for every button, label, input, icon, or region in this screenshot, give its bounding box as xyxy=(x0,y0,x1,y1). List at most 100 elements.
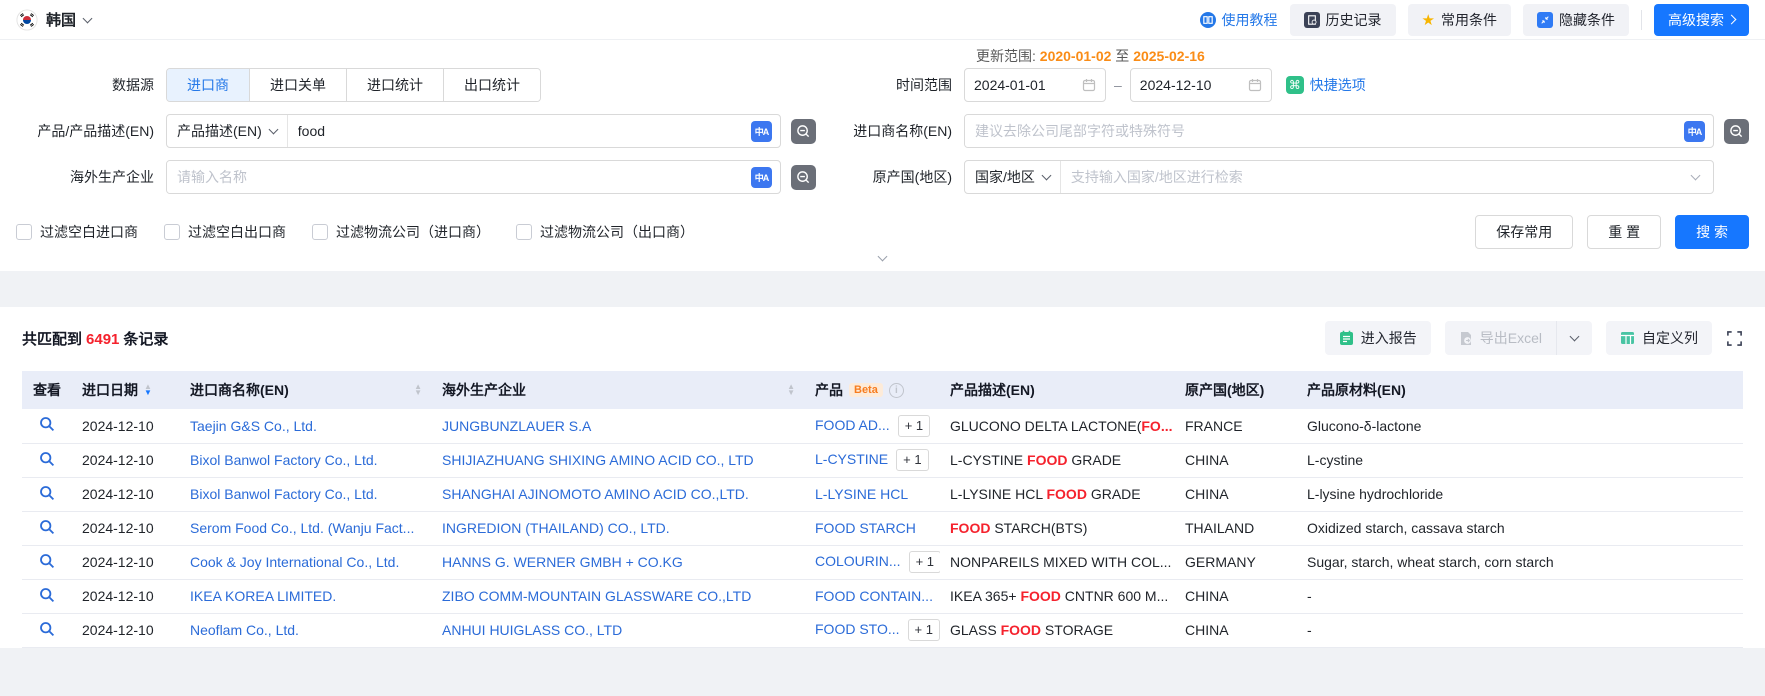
table-row: 2024-12-10Bixol Banwol Factory Co., Ltd.… xyxy=(22,477,1743,511)
datasource-tab[interactable]: 进口关单 xyxy=(249,69,346,101)
importer-input[interactable] xyxy=(965,115,1684,147)
sort-import-date[interactable]: ▲▼ xyxy=(144,384,152,396)
product-link[interactable]: FOOD STARCH xyxy=(815,520,916,536)
save-favorite-button[interactable]: 保存常用 xyxy=(1475,215,1573,249)
tutorial-link[interactable]: 使用教程 xyxy=(1200,10,1278,30)
manufacturer-link[interactable]: JUNGBUNZLAUER S.A xyxy=(442,418,591,434)
datasource-tab[interactable]: 进口统计 xyxy=(346,69,443,101)
history-button[interactable]: 历史记录 xyxy=(1290,4,1396,36)
importer-link[interactable]: Taejin G&S Co., Ltd. xyxy=(190,418,317,434)
importer-link[interactable]: Serom Food Co., Ltd. (Wanju Fact... xyxy=(190,520,414,536)
more-products-badge[interactable]: + 1 xyxy=(898,415,930,437)
importer-link[interactable]: Bixol Banwol Factory Co., Ltd. xyxy=(190,486,378,502)
product-description-cell: FOOD STARCH(BTS) xyxy=(940,511,1175,545)
product-link[interactable]: L-LYSINE HCL xyxy=(815,486,908,502)
importer-link[interactable]: Bixol Banwol Factory Co., Ltd. xyxy=(190,452,378,468)
exclude-filter-icon[interactable] xyxy=(791,119,816,144)
advanced-search-button[interactable]: 高级搜索 xyxy=(1654,4,1749,36)
search-button[interactable]: 搜 索 xyxy=(1675,215,1749,249)
raw-material-cell: Oxidized starch, cassava starch xyxy=(1297,511,1743,545)
manufacturer-link[interactable]: ZIBO COMM-MOUNTAIN GLASSWARE CO.,LTD xyxy=(442,588,751,604)
col-manufacturer: 海外生产企业 ▲▼ xyxy=(432,371,805,409)
origin-label: 原产国(地区) xyxy=(846,167,964,187)
exclude-filter-icon[interactable] xyxy=(1724,119,1749,144)
origin-type-select[interactable]: 国家/地区 xyxy=(965,161,1061,193)
translate-icon[interactable]: 中A xyxy=(751,121,772,142)
importer-link[interactable]: Neoflam Co., Ltd. xyxy=(190,622,299,638)
view-record-icon[interactable] xyxy=(39,416,55,432)
product-link[interactable]: FOOD AD... xyxy=(815,417,890,433)
chevron-down-icon[interactable] xyxy=(1691,171,1701,181)
end-date-input[interactable]: 2024-12-10 xyxy=(1130,68,1272,102)
favorites-button[interactable]: ★ 常用条件 xyxy=(1408,4,1511,36)
raw-material-cell: - xyxy=(1297,579,1743,613)
more-products-badge[interactable]: + 1 xyxy=(908,619,940,641)
panel-gap xyxy=(0,271,1765,307)
checkbox-box[interactable] xyxy=(164,224,180,240)
checkbox-box[interactable] xyxy=(516,224,532,240)
update-range: 更新范围: 2020-01-02 至 2025-02-16 xyxy=(976,46,1749,66)
collapse-arrows-icon xyxy=(1537,12,1553,28)
enter-report-button[interactable]: 进入报告 xyxy=(1325,321,1431,355)
manufacturer-link[interactable]: ANHUI HUIGLASS CO., LTD xyxy=(442,622,622,638)
view-record-icon[interactable] xyxy=(39,553,55,569)
importer-link[interactable]: Cook & Joy International Co., Ltd. xyxy=(190,554,399,570)
origin-input[interactable] xyxy=(1061,161,1692,193)
product-link[interactable]: COLOURIN... xyxy=(815,553,901,569)
datasource-tab[interactable]: 出口统计 xyxy=(443,69,540,101)
beta-info-icon[interactable]: i xyxy=(889,383,904,398)
view-record-icon[interactable] xyxy=(39,485,55,501)
export-excel-button[interactable]: 导出Excel xyxy=(1445,321,1556,355)
translate-icon[interactable]: 中A xyxy=(751,167,772,188)
fullscreen-icon[interactable] xyxy=(1726,330,1743,347)
match-count: 6491 xyxy=(82,331,123,348)
checkbox-box[interactable] xyxy=(312,224,328,240)
product-link[interactable]: L-CYSTINE xyxy=(815,451,888,467)
manufacturer-link[interactable]: INGREDION (THAILAND) CO., LTD. xyxy=(442,520,670,536)
collapse-form-button[interactable] xyxy=(848,256,918,271)
sort-importer-name[interactable]: ▲▼ xyxy=(414,384,422,396)
hide-conditions-button[interactable]: 隐藏条件 xyxy=(1523,4,1629,36)
translate-icon[interactable]: 中A xyxy=(1684,121,1705,142)
sort-manufacturer[interactable]: ▲▼ xyxy=(787,384,795,396)
korea-flag-icon xyxy=(16,9,38,31)
filter-checkbox[interactable]: 过滤空白进口商 xyxy=(16,222,138,242)
product-field-select[interactable]: 产品描述(EN) xyxy=(167,115,288,147)
manufacturer-link[interactable]: SHIJIAZHUANG SHIXING AMINO ACID CO., LTD xyxy=(442,452,754,468)
product-link[interactable]: FOOD STO... xyxy=(815,621,900,637)
filter-checkbox[interactable]: 过滤物流公司（进口商） xyxy=(312,222,490,242)
view-record-icon[interactable] xyxy=(39,519,55,535)
manufacturer-link[interactable]: SHANGHAI AJINOMOTO AMINO ACID CO.,LTD. xyxy=(442,486,749,502)
checkbox-box[interactable] xyxy=(16,224,32,240)
country-selector[interactable]: 韩国 xyxy=(16,9,91,31)
match-summary: 共匹配到6491条记录 xyxy=(22,328,168,349)
more-products-badge[interactable]: + 1 xyxy=(909,551,940,573)
columns-icon xyxy=(1620,331,1635,345)
datasource-tab[interactable]: 进口商 xyxy=(167,69,249,101)
customize-columns-button[interactable]: 自定义列 xyxy=(1606,321,1712,355)
quick-options-link[interactable]: ⌘ 快捷选项 xyxy=(1286,75,1366,95)
checkbox-label: 过滤物流公司（进口商） xyxy=(336,222,490,242)
filter-checkbox[interactable]: 过滤空白出口商 xyxy=(164,222,286,242)
product-search-input[interactable] xyxy=(288,115,751,147)
view-record-icon[interactable] xyxy=(39,587,55,603)
view-record-icon[interactable] xyxy=(39,451,55,467)
update-range-from: 2020-01-02 xyxy=(1040,48,1112,64)
start-date-input[interactable]: 2024-01-01 xyxy=(964,68,1106,102)
col-importer-name: 进口商名称(EN) ▲▼ xyxy=(180,371,432,409)
raw-material-cell: Sugar, starch, wheat starch, corn starch xyxy=(1297,545,1743,579)
importer-link[interactable]: IKEA KOREA LIMITED. xyxy=(190,588,336,604)
manufacturer-link[interactable]: HANNS G. WERNER GMBH + CO.KG xyxy=(442,554,683,570)
filter-checkbox[interactable]: 过滤物流公司（出口商） xyxy=(516,222,694,242)
more-products-badge[interactable]: + 1 xyxy=(896,449,928,471)
manufacturer-input[interactable] xyxy=(167,161,751,193)
export-options-chevron[interactable] xyxy=(1556,321,1592,355)
exclude-filter-icon[interactable] xyxy=(791,165,816,190)
results-panel: 共匹配到6491条记录 进入报告 导出Excel 自定义列 xyxy=(0,307,1765,648)
origin-country-cell: CHINA xyxy=(1175,579,1297,613)
view-record-icon[interactable] xyxy=(39,621,55,637)
reset-button[interactable]: 重 置 xyxy=(1587,215,1661,249)
product-link[interactable]: FOOD CONTAIN... xyxy=(815,588,933,604)
import-date-cell: 2024-12-10 xyxy=(72,613,180,647)
chevron-down-icon xyxy=(878,252,888,262)
